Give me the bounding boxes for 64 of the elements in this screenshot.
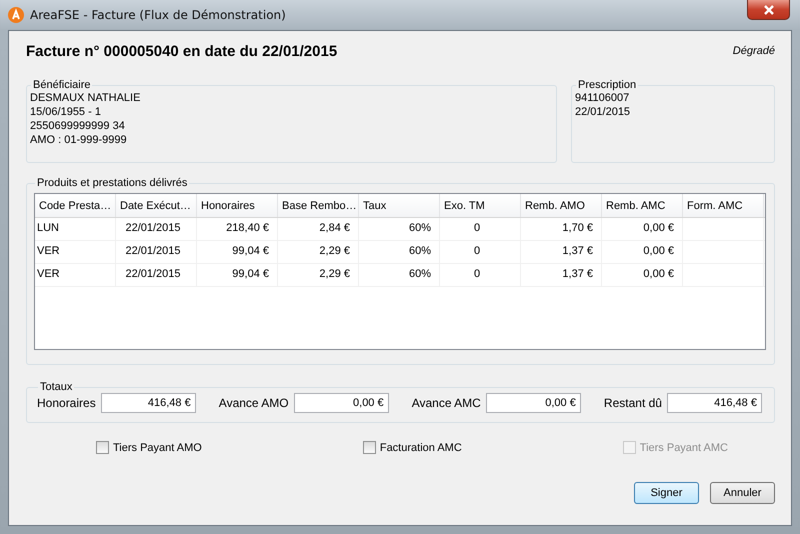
table-cell: 60%: [359, 218, 440, 240]
checkbox-label: Tiers Payant AMO: [113, 442, 202, 454]
beneficiary-line: AMO : 01-999-9999: [30, 133, 128, 147]
dialog-button[interactable]: Annuler: [710, 482, 775, 504]
beneficiary-line: DESMAUX NATHALIE: [30, 91, 142, 105]
field-label: Avance AMC: [412, 396, 481, 410]
table-cell: 0,00 €: [602, 241, 683, 263]
mode-label: Dégradé: [732, 45, 775, 57]
table-cell: 2,29 €: [278, 264, 359, 286]
table-cell: VER: [35, 241, 116, 263]
checkbox-label: Facturation AMC: [380, 442, 462, 454]
field-label: Honoraires: [37, 396, 96, 410]
field-label: Restant dû: [604, 396, 662, 410]
prescription-line: 941106007: [575, 91, 630, 105]
column-header[interactable]: Remb. AMO: [521, 194, 602, 217]
checkbox[interactable]: [362, 441, 376, 454]
table-cell: 0: [440, 264, 521, 286]
dialog-button[interactable]: Signer: [634, 482, 699, 504]
app-logo-icon: [8, 7, 24, 23]
column-header[interactable]: Form. AMC: [683, 194, 764, 217]
table-cell: 0,00 €: [602, 264, 683, 286]
beneficiary-line: 2550699999999 34: [30, 119, 126, 133]
table-cell: 2,84 €: [278, 218, 359, 240]
checkbox-label: Tiers Payant AMC: [640, 442, 728, 454]
table-cell: 99,04 €: [197, 241, 278, 263]
group-title: Produits et prestations délivrés: [36, 177, 188, 189]
column-header[interactable]: Base Rembo…: [278, 194, 359, 217]
column-header[interactable]: Code Presta…: [35, 194, 116, 217]
input-field[interactable]: 416,48 €: [100, 393, 196, 413]
table-cell: LUN: [35, 218, 116, 240]
column-header[interactable]: Remb. AMC: [602, 194, 683, 217]
group-title: Prescription: [577, 79, 638, 91]
invoice-heading: Facture n° 000005040 en date du 22/01/2015: [26, 42, 338, 60]
field-label: Avance AMO: [218, 396, 289, 410]
close-icon: [762, 4, 774, 14]
table-cell: 0: [440, 241, 521, 263]
group-title: Bénéficiaire: [32, 79, 92, 91]
column-header[interactable]: Taux: [359, 194, 440, 217]
column-header[interactable]: Date Exécut…: [116, 194, 197, 217]
group-title: Totaux: [39, 381, 74, 393]
table-cell: 60%: [359, 241, 440, 263]
table-cell: 99,04 €: [197, 264, 278, 286]
input-field[interactable]: 416,48 €: [666, 393, 762, 413]
table-cell: 0: [440, 218, 521, 240]
table-cell: 218,40 €: [197, 218, 278, 240]
checkbox[interactable]: [96, 441, 109, 454]
prescription-line: 22/01/2015: [575, 105, 632, 119]
table-cell: 60%: [359, 264, 440, 286]
input-field[interactable]: 0,00 €: [486, 393, 581, 413]
table-cell: 1,37 €: [521, 264, 602, 286]
table-cell: 22/01/2015: [116, 218, 197, 240]
table-cell: VER: [35, 264, 116, 286]
table-cell: 22/01/2015: [116, 264, 197, 286]
close-button[interactable]: [747, 0, 790, 20]
table-cell: 22/01/2015: [116, 241, 197, 263]
input-field[interactable]: 0,00 €: [294, 393, 389, 413]
column-header[interactable]: Honoraires: [197, 194, 278, 217]
table-cell: 1,37 €: [521, 241, 602, 263]
table-cell: 0,00 €: [602, 218, 683, 240]
table-cell: 2,29 €: [278, 241, 359, 263]
window-title: AreaFSE - Facture (Flux de Démonstration): [30, 8, 286, 22]
column-header[interactable]: Exo. TM: [440, 194, 521, 217]
beneficiary-line: 15/06/1955 - 1: [30, 105, 102, 119]
table-cell: 1,70 €: [521, 218, 602, 240]
